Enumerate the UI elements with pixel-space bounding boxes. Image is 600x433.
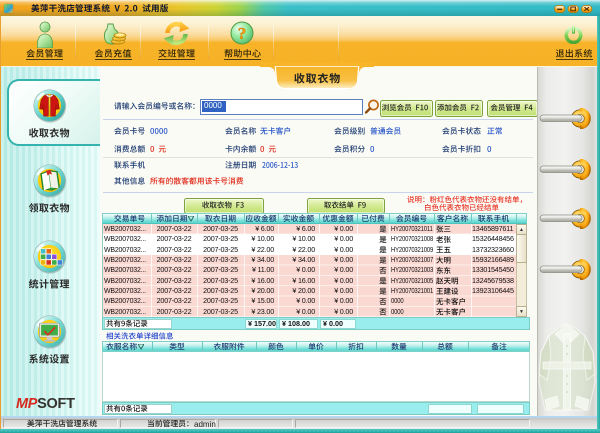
svg-text:?: ? <box>238 24 247 43</box>
